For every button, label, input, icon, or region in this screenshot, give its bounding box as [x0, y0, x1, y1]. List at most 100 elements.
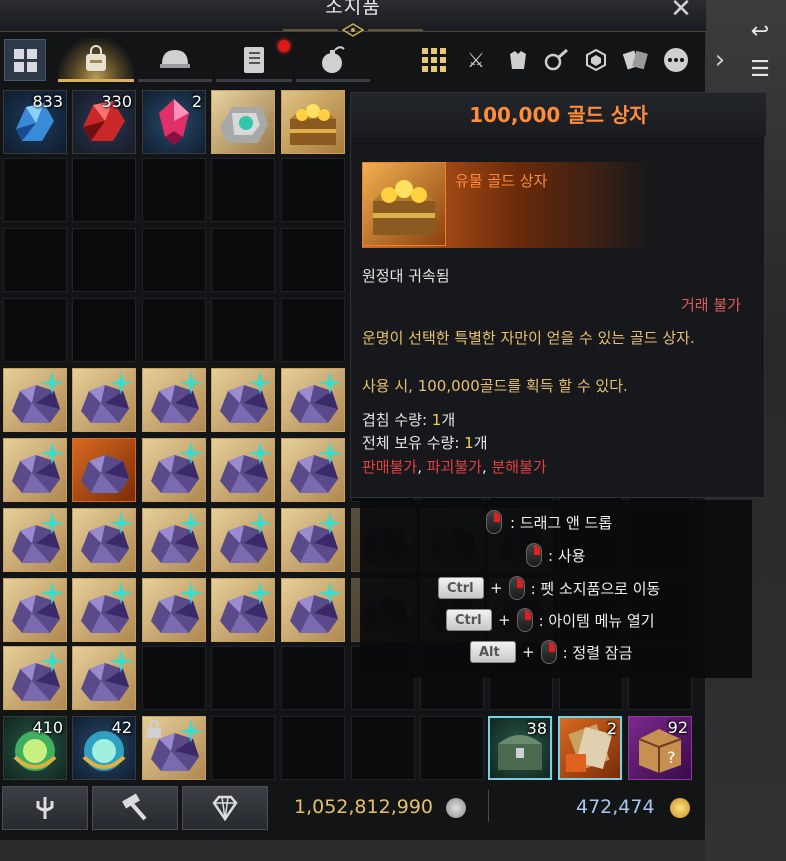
empty-slot[interactable]: [72, 158, 136, 222]
blue-crystal-item[interactable]: 833: [3, 90, 67, 154]
ore-item[interactable]: [281, 368, 345, 432]
empty-slot[interactable]: [420, 716, 484, 780]
empty-slot[interactable]: [211, 646, 275, 710]
ore-item[interactable]: [3, 438, 67, 502]
help-item-menu-text: : 아이템 메뉴 열기: [538, 611, 655, 630]
ore-item[interactable]: [72, 438, 136, 502]
cards-icon[interactable]: [620, 44, 652, 76]
empty-slot[interactable]: [281, 646, 345, 710]
ore-item[interactable]: [3, 578, 67, 642]
locked-ore-item[interactable]: [142, 716, 206, 780]
gold-coin-icon: [670, 798, 690, 818]
empty-slot[interactable]: [281, 716, 345, 780]
empty-slot[interactable]: [3, 298, 67, 362]
item-quantity: 38: [526, 719, 547, 738]
green-chest-item[interactable]: 38: [488, 716, 552, 780]
dismantle-button[interactable]: [92, 786, 178, 830]
empty-slot[interactable]: [351, 716, 415, 780]
ore-item[interactable]: [72, 578, 136, 642]
empty-slot[interactable]: [3, 158, 67, 222]
tab-bomb[interactable]: [296, 38, 370, 82]
ore-item[interactable]: [281, 508, 345, 572]
empty-slot[interactable]: [281, 298, 345, 362]
pan-icon[interactable]: [540, 44, 572, 76]
empty-slot[interactable]: [3, 228, 67, 292]
empty-slot[interactable]: [211, 716, 275, 780]
red-crystal-item[interactable]: 330: [72, 90, 136, 154]
ore-item[interactable]: [211, 578, 275, 642]
ore-item[interactable]: [142, 508, 206, 572]
ore-item[interactable]: [281, 578, 345, 642]
empty-slot[interactable]: [281, 158, 345, 222]
tooltip-stack: 겹침 수량: 1개: [362, 409, 455, 430]
filter-all-button[interactable]: [418, 44, 450, 76]
ore-item[interactable]: [142, 578, 206, 642]
card-pack-item[interactable]: 2: [558, 716, 622, 780]
mouse-left-icon: [486, 510, 502, 534]
compass-icon: [248, 441, 272, 465]
gem-icon[interactable]: [580, 44, 612, 76]
mystery-box-item[interactable]: ? 92: [628, 716, 692, 780]
ore-item[interactable]: [211, 438, 275, 502]
gem-vault-button[interactable]: [182, 786, 268, 830]
compass-icon: [318, 581, 342, 605]
gold-chest-icon: [290, 104, 336, 145]
restrict-separator: ,: [481, 458, 492, 476]
empty-slot[interactable]: [211, 228, 275, 292]
crossed-swords-icon[interactable]: ⚔: [460, 44, 492, 76]
gold-chest-item[interactable]: [281, 90, 345, 154]
close-icon[interactable]: ✕: [666, 0, 696, 24]
empty-slot[interactable]: [211, 298, 275, 362]
help-move-pet: Ctrl + : 펫 소지품으로 이동: [438, 576, 660, 600]
tab-bag[interactable]: [58, 38, 134, 82]
empty-slot[interactable]: [142, 646, 206, 710]
empty-slot[interactable]: [281, 228, 345, 292]
sort-button[interactable]: [2, 786, 88, 830]
list-menu-icon[interactable]: ☰: [740, 52, 780, 86]
tooltip-trade: 거래 불가: [681, 296, 741, 314]
ore-item[interactable]: [72, 368, 136, 432]
book-icon: [244, 47, 264, 73]
empty-slot[interactable]: [142, 228, 206, 292]
empty-slot[interactable]: [72, 228, 136, 292]
mouse-right-icon: [508, 576, 525, 600]
empty-slot[interactable]: [72, 298, 136, 362]
ore-item[interactable]: [211, 368, 275, 432]
ore-item[interactable]: [142, 368, 206, 432]
silver-relic-item[interactable]: [211, 90, 275, 154]
trident-icon: [36, 797, 54, 819]
compass-icon: [40, 649, 64, 673]
helmet-icon: [160, 50, 190, 68]
inventory-window: 소지품 ✕ ⚔ › 833 330 2 410 42 38 2 ? 92 100…: [0, 0, 766, 840]
empty-slot[interactable]: [142, 298, 206, 362]
ore-item[interactable]: [3, 368, 67, 432]
ore-item[interactable]: [142, 438, 206, 502]
pink-gem-item[interactable]: 2: [142, 90, 206, 154]
green-orb-item[interactable]: 410: [3, 716, 67, 780]
plus-sign: +: [490, 579, 503, 597]
tooltip-grade: 유물 골드 상자: [455, 172, 548, 190]
empty-slot[interactable]: [211, 158, 275, 222]
ore-item[interactable]: [3, 646, 67, 710]
item-quantity: 2: [606, 719, 617, 738]
ore-item[interactable]: [281, 438, 345, 502]
blue-orb-item[interactable]: 42: [72, 716, 136, 780]
diamond-icon: [212, 795, 238, 822]
tab-underline: [296, 79, 370, 82]
ore-item[interactable]: [211, 508, 275, 572]
ore-item[interactable]: [3, 508, 67, 572]
empty-slot[interactable]: [142, 158, 206, 222]
ore-item[interactable]: [72, 508, 136, 572]
item-quantity: 410: [32, 718, 63, 737]
gold-amount: 472,474: [576, 796, 655, 818]
armor-icon[interactable]: [502, 44, 534, 76]
restrict-separator: ,: [417, 458, 427, 476]
chevron-right-icon[interactable]: ›: [704, 44, 736, 76]
grid-view-button[interactable]: [0, 38, 50, 82]
return-icon[interactable]: ↩: [740, 14, 780, 48]
more-icon[interactable]: [660, 44, 692, 76]
tab-mount[interactable]: [138, 38, 212, 82]
tooltip-total: 전체 보유 수량: 1개: [362, 432, 488, 453]
compass-icon: [109, 371, 133, 395]
ore-item[interactable]: [72, 646, 136, 710]
